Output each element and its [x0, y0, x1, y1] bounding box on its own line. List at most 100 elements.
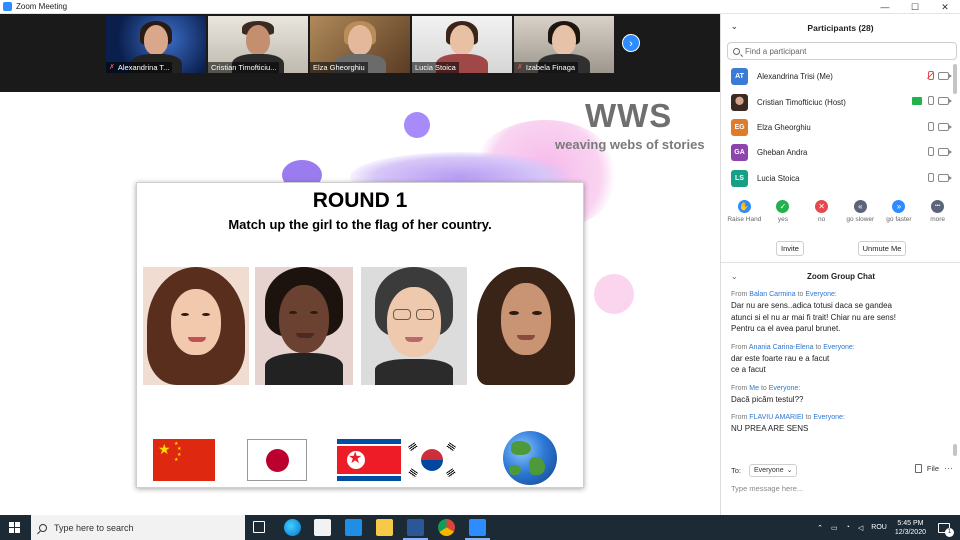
- recipient-link[interactable]: Everyone: [813, 414, 843, 421]
- mic-icon[interactable]: [927, 172, 934, 183]
- sender-link[interactable]: Me: [749, 385, 759, 392]
- video-tile[interactable]: ✗ Alexandrina T...: [106, 16, 206, 73]
- store-icon[interactable]: [314, 519, 331, 536]
- message-sender-line: From Me to Everyone:: [731, 384, 801, 392]
- mail-icon[interactable]: [345, 519, 362, 536]
- network-icon[interactable]: ◔: [846, 524, 850, 531]
- video-tile[interactable]: Elza Gheorghiu: [310, 16, 410, 73]
- chat-header: ⌄ Zoom Group Chat: [721, 272, 960, 281]
- sender-link[interactable]: Anania Carina-Elena: [749, 344, 814, 351]
- more-reactions-button[interactable]: ••• more: [920, 200, 956, 223]
- windows-start-icon[interactable]: [9, 522, 20, 533]
- mic-icon[interactable]: [927, 96, 934, 106]
- file-explorer-icon[interactable]: [376, 519, 393, 536]
- recipient-link[interactable]: Everyone: [805, 291, 835, 298]
- raise-hand-button[interactable]: ✋ Raise Hand: [726, 200, 762, 223]
- girl-photo-2: [255, 267, 353, 385]
- camera-icon[interactable]: [938, 173, 952, 182]
- muted-mic-icon: ✗: [109, 64, 115, 71]
- file-icon: [914, 464, 922, 473]
- file-button[interactable]: File ⋯: [914, 463, 953, 474]
- panel-divider: [721, 262, 960, 263]
- maximize-button[interactable]: ☐: [900, 0, 930, 14]
- participant-list: AT Alexandrina Trisi (Me) Cristian Timof…: [721, 64, 953, 191]
- go-faster-button[interactable]: » go faster: [881, 200, 917, 223]
- chrome-icon[interactable]: [438, 519, 455, 536]
- search-icon: [39, 523, 47, 532]
- edge-browser-icon[interactable]: [284, 519, 301, 536]
- message-text: NU PREA ARE SENS: [731, 424, 809, 433]
- minimize-button[interactable]: —: [870, 0, 900, 14]
- participant-name: Elza Gheorghiu: [313, 63, 365, 72]
- fast-forward-icon: »: [892, 200, 906, 213]
- chat-scrollbar[interactable]: [953, 444, 957, 456]
- to-label: To:: [731, 465, 742, 475]
- taskbar-clock[interactable]: 5:45 PM 12/3/2020: [895, 519, 926, 537]
- taskbar-search-placeholder: Type here to search: [54, 522, 134, 533]
- japan-flag: [247, 439, 307, 481]
- message-sender-line: From FLAVIU AMARIEI to Everyone:: [731, 414, 845, 421]
- avatar: AT: [731, 68, 748, 86]
- message-sender-line: From Anania Carina-Elena to Everyone:: [731, 343, 855, 351]
- participant-row[interactable]: Cristian Timofticiuc (Host): [721, 89, 953, 114]
- participant-row[interactable]: LS Lucia Stoica: [721, 166, 953, 191]
- participant-name: Elza Gheorghiu: [757, 122, 811, 132]
- camera-icon[interactable]: [938, 148, 952, 157]
- next-page-arrow-icon[interactable]: ›: [622, 34, 640, 52]
- more-options-icon[interactable]: ⋯: [944, 463, 953, 474]
- input-language[interactable]: ROU: [871, 524, 887, 531]
- camera-icon[interactable]: [938, 97, 952, 106]
- reaction-label: go slower: [846, 216, 875, 223]
- participant-row[interactable]: EG Elza Gheorghiu: [721, 115, 953, 140]
- camera-icon[interactable]: [938, 122, 952, 131]
- participants-scrollbar[interactable]: [953, 64, 957, 94]
- notification-icon[interactable]: 1: [938, 522, 954, 537]
- file-label: File: [926, 464, 939, 473]
- participant-row[interactable]: GA Gheban Andra: [721, 140, 953, 165]
- sender-link[interactable]: FLAVIU AMARIEI: [749, 414, 803, 421]
- mic-icon[interactable]: [927, 147, 934, 157]
- reaction-label: more: [930, 216, 946, 223]
- camera-icon[interactable]: [938, 72, 952, 80]
- find-participant-input[interactable]: Find a participant: [727, 42, 957, 60]
- collapse-chevron-icon[interactable]: ⌄: [731, 22, 738, 31]
- close-button[interactable]: ✕: [930, 0, 960, 14]
- rewind-icon: «: [853, 200, 867, 213]
- yes-button[interactable]: ✓ yes: [765, 200, 801, 223]
- chat-recipient-row: To: Everyone ⌄ File ⋯: [731, 463, 953, 477]
- zoom-taskbar-icon[interactable]: [465, 519, 490, 540]
- word-icon[interactable]: [403, 519, 428, 540]
- recipient-link[interactable]: Everyone: [823, 344, 853, 351]
- girl-photo-3: [361, 267, 467, 385]
- no-button[interactable]: ✕ no: [804, 200, 840, 223]
- participant-name: Alexandrina T...: [117, 63, 170, 72]
- check-icon: ✓: [776, 200, 790, 213]
- recipient-link[interactable]: Everyone: [769, 385, 799, 392]
- task-view-icon[interactable]: [253, 521, 265, 533]
- video-tile[interactable]: Cristian Timofticiu...: [208, 16, 308, 73]
- battery-icon[interactable]: ▭: [831, 524, 838, 532]
- taskbar-search-input[interactable]: Type here to search: [31, 515, 245, 540]
- unmute-me-button[interactable]: Unmute Me: [858, 241, 906, 256]
- video-tile[interactable]: ✗ Izabela Finaga: [514, 16, 614, 73]
- reaction-label: yes: [777, 216, 789, 223]
- participant-row[interactable]: AT Alexandrina Trisi (Me): [721, 64, 953, 89]
- recipient-value: Everyone: [754, 466, 784, 474]
- mic-icon[interactable]: [927, 121, 934, 132]
- video-tile[interactable]: Lucia Stoica: [412, 16, 512, 73]
- message-text: dar este foarte rau e a facut ce a facut: [731, 353, 830, 375]
- muted-mic-icon[interactable]: [927, 71, 934, 81]
- collapse-chevron-icon[interactable]: ⌄: [731, 272, 738, 281]
- volume-icon[interactable]: ◁: [858, 524, 863, 532]
- message-text: Dar nu are sens..adica totusi daca se ga…: [731, 301, 896, 333]
- chat-message-input[interactable]: Type message here...: [731, 484, 953, 493]
- recipient-select[interactable]: Everyone ⌄: [749, 463, 798, 477]
- go-slower-button[interactable]: « go slower: [842, 200, 878, 223]
- shared-screen: WWS weaving webs of stories ROUND 1 Matc…: [0, 92, 720, 515]
- reaction-label: no: [818, 216, 826, 223]
- participant-actions: Invite Unmute Me: [721, 241, 960, 257]
- sender-link[interactable]: Balan Carmina: [749, 291, 795, 298]
- show-hidden-icons-icon[interactable]: ⌃: [817, 524, 823, 532]
- avatar: LS: [731, 169, 748, 187]
- invite-button[interactable]: Invite: [776, 241, 804, 256]
